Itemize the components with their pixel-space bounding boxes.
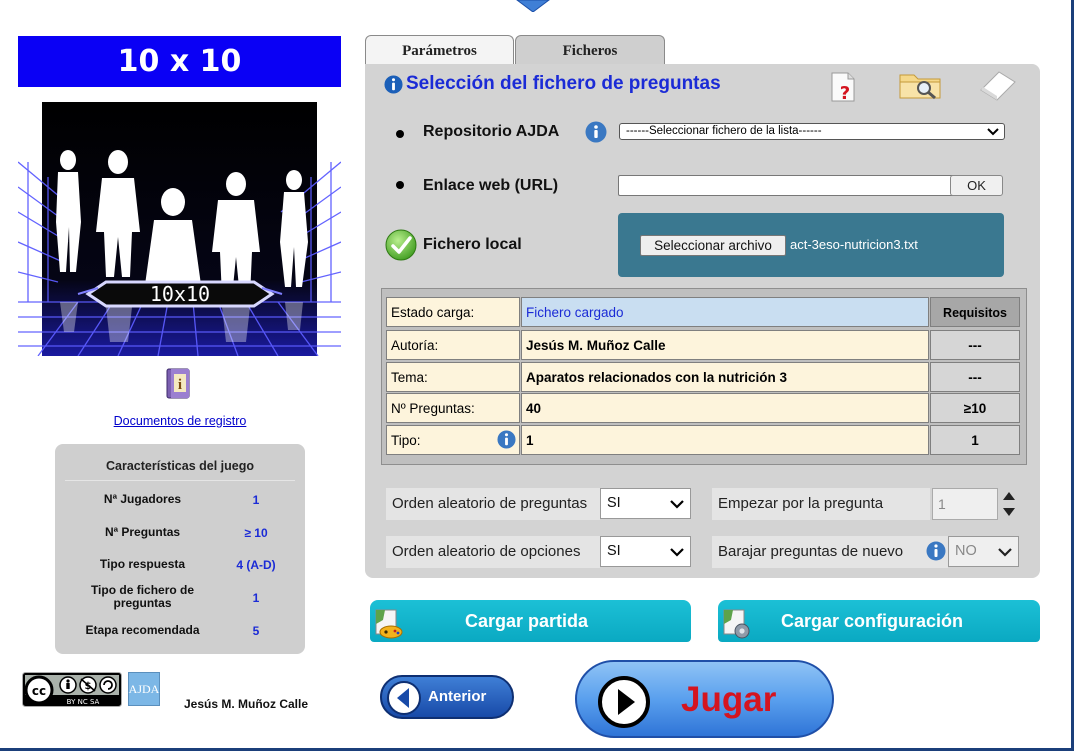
features-title: Características del juego xyxy=(106,459,254,473)
requirements-header: Requisitos xyxy=(930,297,1020,327)
status-label-load: Estado carga: xyxy=(386,297,520,327)
ajda-logo-text: AJDA xyxy=(129,682,160,696)
repo-file-select[interactable]: ------Seleccionar fichero de la lista---… xyxy=(619,123,1005,140)
info-book-icon[interactable]: i xyxy=(164,368,192,400)
url-label: Enlace web (URL) xyxy=(423,177,559,194)
feature-label-answer-type: Tipo respuesta xyxy=(99,557,186,571)
start-question-input[interactable]: 1 xyxy=(932,488,998,520)
section-title-text: Selección del fichero de preguntas xyxy=(406,73,721,94)
license-text: BY NC SA xyxy=(67,698,100,706)
url-input[interactable] xyxy=(618,175,956,196)
feature-label-stage: Etapa recomendada xyxy=(85,623,200,637)
reshuffle-info-icon[interactable] xyxy=(926,541,946,561)
check-icon xyxy=(385,229,417,261)
random-questions-value: SI xyxy=(607,495,621,511)
folder-search-icon[interactable] xyxy=(898,70,942,100)
gem-icon xyxy=(516,0,550,12)
ajda-logo: AJDA xyxy=(128,672,160,706)
help-document-icon[interactable]: ? xyxy=(828,71,858,103)
status-label-questions: Nº Preguntas: xyxy=(386,393,520,423)
docs-link[interactable]: Documentos de registro xyxy=(60,414,300,428)
gear-load-icon xyxy=(723,609,750,639)
repo-info-icon[interactable] xyxy=(585,121,607,143)
number-spinner[interactable] xyxy=(1000,488,1018,520)
status-value-type: 1 xyxy=(521,425,929,455)
load-game-label: Cargar partida xyxy=(465,611,589,631)
feature-label-questions: Nª Preguntas xyxy=(104,525,181,539)
game-features-panel: Características del juego Nª Jugadores 1… xyxy=(55,444,305,654)
chevron-down-icon xyxy=(670,500,684,509)
local-file-label: Fichero local xyxy=(423,236,522,253)
section-title: Selección del fichero de preguntas xyxy=(384,73,721,95)
reshuffle-value: NO xyxy=(955,543,977,559)
svg-text:?: ? xyxy=(840,83,850,103)
game-cover-image: 10x10 xyxy=(18,102,341,356)
random-options-value: SI xyxy=(607,543,621,559)
bullet-repo xyxy=(396,130,404,138)
tab-files[interactable]: Ficheros xyxy=(515,35,665,67)
selected-file-name: act-3eso-nutricion3.txt xyxy=(790,237,918,252)
status-req-topic: --- xyxy=(930,362,1020,392)
previous-button[interactable]: Anterior xyxy=(380,675,514,719)
play-button[interactable]: Jugar xyxy=(575,660,834,738)
arrow-left-icon xyxy=(387,681,421,715)
bullet-url xyxy=(396,181,404,189)
status-value-load: Fichero cargado xyxy=(521,297,929,327)
status-req-type: 1 xyxy=(930,425,1020,455)
random-options-select[interactable]: SI xyxy=(600,536,691,567)
tab-parameters[interactable]: Parámetros xyxy=(365,35,514,67)
repo-label: Repositorio AJDA xyxy=(423,123,560,140)
repo-select-value: ------Seleccionar fichero de la lista---… xyxy=(626,125,822,137)
random-options-label: Orden aleatorio de opciones xyxy=(392,543,581,560)
chevron-down-icon xyxy=(670,548,684,557)
play-label: Jugar xyxy=(681,680,777,719)
status-label-author: Autoría: xyxy=(386,330,520,360)
feature-label-file-type: Tipo de fichero de preguntas xyxy=(90,583,195,610)
feature-label-players: Nª Jugadores xyxy=(103,492,182,506)
play-icon xyxy=(598,676,650,728)
reshuffle-select[interactable]: NO xyxy=(948,536,1019,567)
status-value-author: Jesús M. Muñoz Calle xyxy=(521,330,929,360)
creative-commons-icon[interactable]: cc $ BY NC SA xyxy=(22,672,122,707)
feature-value-answer-type: 4 (A-D) xyxy=(236,558,276,572)
feature-value-file-type: 1 xyxy=(252,591,260,605)
url-ok-button[interactable]: OK xyxy=(950,175,1003,196)
feature-value-stage: 5 xyxy=(252,624,260,638)
feature-value-questions: ≥ 10 xyxy=(244,526,268,540)
choose-file-button[interactable]: Seleccionar archivo xyxy=(640,235,786,256)
status-req-questions: ≥10 xyxy=(930,393,1020,423)
banner-text: 10x10 xyxy=(150,282,210,306)
author-credit: Jesús M. Muñoz Calle xyxy=(184,697,309,711)
status-value-questions: 40 xyxy=(521,393,929,423)
load-config-label: Cargar configuración xyxy=(781,611,964,631)
previous-label: Anterior xyxy=(428,688,487,705)
gamepad-load-icon xyxy=(375,609,403,639)
svg-text:cc: cc xyxy=(32,684,46,698)
load-config-button[interactable]: Cargar configuración xyxy=(718,600,1040,642)
eraser-icon[interactable] xyxy=(975,68,1019,102)
feature-value-players: 1 xyxy=(252,493,260,507)
svg-text:i: i xyxy=(178,377,182,393)
status-req-author: --- xyxy=(930,330,1020,360)
start-question-label: Empezar por la pregunta xyxy=(718,495,884,512)
reshuffle-label: Barajar preguntas de nuevo xyxy=(718,543,904,560)
random-questions-label: Orden aleatorio de preguntas xyxy=(392,495,588,512)
chevron-down-icon xyxy=(987,128,999,136)
status-label-topic: Tema: xyxy=(386,362,520,392)
status-value-topic: Aparatos relacionados con la nutrición 3 xyxy=(521,362,929,392)
game-title: 10 x 10 xyxy=(18,36,341,87)
type-info-icon[interactable] xyxy=(497,430,516,449)
features-divider xyxy=(65,480,295,481)
load-game-button[interactable]: Cargar partida xyxy=(370,600,691,642)
info-icon xyxy=(384,74,403,94)
random-questions-select[interactable]: SI xyxy=(600,488,691,519)
chevron-down-icon xyxy=(998,548,1012,557)
